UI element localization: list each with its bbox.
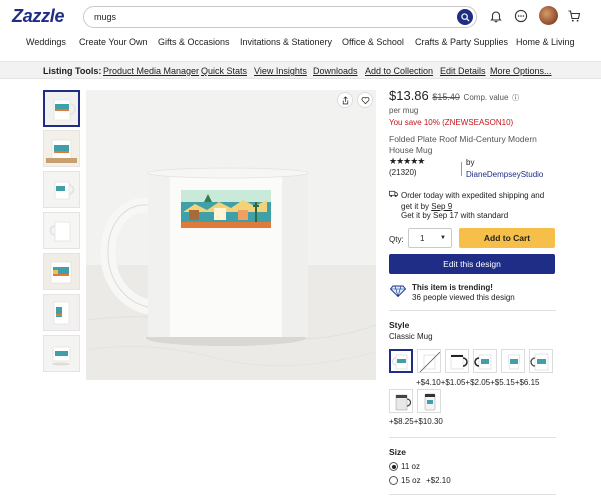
style-option-classic-mug[interactable] [389, 349, 413, 373]
size-option-label[interactable]: 15 oz [401, 476, 421, 485]
size-radio-11oz[interactable] [389, 462, 398, 471]
nav-create-your-own[interactable]: Create Your Own [79, 37, 148, 47]
compare-label: Comp. value [463, 93, 509, 102]
tool-quick-stats[interactable]: Quick Stats [201, 66, 247, 76]
heart-icon [361, 96, 369, 104]
listing-tools-bar: Listing Tools: Product Media Manager Qui… [0, 61, 601, 79]
zazzle-logo[interactable]: Zazzle [12, 6, 65, 27]
quantity-select[interactable]: 1 ▼ [408, 228, 452, 248]
creator-link[interactable]: DianeDempseyStudio [466, 170, 543, 179]
divider [389, 494, 556, 495]
by-label: by [466, 158, 475, 167]
tool-view-insights[interactable]: View Insights [254, 66, 307, 76]
nav-crafts-party-supplies[interactable]: Crafts & Party Supplies [415, 37, 508, 47]
current-price: $13.86 [389, 88, 429, 103]
style-price: +$5.15 [490, 378, 515, 387]
add-to-cart-button[interactable]: Add to Cart [459, 228, 555, 248]
thumbnail-6[interactable] [43, 294, 80, 331]
style-price: +$6.15 [514, 378, 540, 387]
style-option-unavailable[interactable] [417, 349, 441, 373]
divider [461, 162, 462, 176]
nav-office-school[interactable]: Office & School [342, 37, 404, 47]
chat-icon[interactable] [514, 9, 528, 23]
style-option-large[interactable] [529, 349, 553, 373]
style-price-row-2: +$8.25+$10.30 [389, 416, 443, 426]
style-selected: Classic Mug [389, 332, 433, 341]
share-button[interactable] [337, 92, 353, 108]
thumbnail-4[interactable] [43, 212, 80, 249]
qty-value: 1 [420, 234, 425, 243]
search-icon [460, 12, 470, 22]
search-bar[interactable]: mugs [83, 6, 477, 28]
size-option-label[interactable]: 11 oz [401, 462, 420, 471]
edit-design-button[interactable]: Edit this design [389, 254, 555, 274]
review-count[interactable]: (21320) [389, 168, 417, 177]
search-button[interactable] [457, 9, 473, 25]
shipping-date-link[interactable]: Sep 9 [431, 202, 452, 211]
price-block: $13.86 $15.40 Comp. value ⓘ [389, 88, 519, 103]
tool-downloads[interactable]: Downloads [313, 66, 358, 76]
divider [389, 437, 556, 438]
per-unit: per mug [389, 106, 419, 115]
style-price: +$4.10 [416, 378, 441, 387]
compare-price: $15.40 [432, 92, 460, 102]
listing-tools-label: Listing Tools: [43, 66, 102, 76]
style-price-row-1: +$4.10+$1.05+$2.05+$5.15+$6.15 [416, 377, 540, 387]
style-price: +$1.05 [440, 378, 466, 387]
savings-text: You save 10% (ZNEWSEASON10) [389, 118, 514, 127]
size-option-price: +$2.10 [426, 476, 451, 485]
style-label: Style [389, 320, 410, 330]
info-icon[interactable]: ⓘ [512, 95, 519, 102]
category-nav: Weddings Create Your Own Gifts & Occasio… [0, 37, 601, 53]
caret-down-icon: ▼ [440, 235, 446, 241]
style-price: +$8.25 [389, 417, 414, 426]
rating-stars[interactable]: ★★★★★ [389, 156, 425, 167]
avatar[interactable] [539, 6, 558, 25]
shipping-expedited: Order today with expedited shipping and … [401, 190, 557, 212]
trending-subtitle: 36 people viewed this design [412, 293, 515, 302]
thumbnail-1[interactable] [43, 90, 80, 127]
product-title: Folded Plate Roof Mid-Century Modern Hou… [389, 134, 537, 155]
style-option-latte[interactable] [501, 349, 525, 373]
style-option-travel-mug[interactable] [389, 389, 413, 413]
thumbnail-7[interactable] [43, 335, 80, 372]
tool-add-to-collection[interactable]: Add to Collection [365, 66, 433, 76]
nav-home-living[interactable]: Home & Living [516, 37, 575, 47]
nav-weddings[interactable]: Weddings [26, 37, 66, 47]
style-price: +$2.05 [465, 378, 491, 387]
style-option-black-inner[interactable] [473, 349, 497, 373]
cart-icon[interactable] [567, 9, 581, 23]
thumbnail-5[interactable] [43, 253, 80, 290]
bell-icon[interactable] [489, 9, 503, 23]
thumbnail-2[interactable] [43, 130, 80, 167]
tool-product-media-manager[interactable]: Product Media Manager [103, 66, 199, 76]
tool-edit-details[interactable]: Edit Details [440, 66, 486, 76]
diamond-icon [390, 285, 406, 297]
divider [389, 310, 556, 311]
qty-label: Qty: [389, 235, 404, 244]
nav-gifts-occasions[interactable]: Gifts & Occasions [158, 37, 230, 47]
nav-invitations-stationery[interactable]: Invitations & Stationery [240, 37, 332, 47]
shipping-expedited-text: Order today with expedited shipping and … [401, 191, 545, 211]
favorite-button[interactable] [357, 92, 373, 108]
size-radio-15oz[interactable] [389, 476, 398, 485]
size-label: Size [389, 447, 407, 457]
tool-more-options[interactable]: More Options... [490, 66, 552, 76]
style-option-steel-tumbler[interactable] [417, 389, 441, 413]
style-price: +$10.30 [413, 417, 443, 426]
main-product-image[interactable] [86, 90, 376, 380]
trending-title: This item is trending! [412, 283, 493, 292]
search-input[interactable]: mugs [94, 12, 116, 22]
shipping-standard: Get it by Sep 17 with standard [401, 211, 509, 220]
share-icon [342, 95, 348, 104]
truck-icon [389, 190, 398, 198]
style-option-two-tone[interactable] [445, 349, 469, 373]
thumbnail-3[interactable] [43, 171, 80, 208]
